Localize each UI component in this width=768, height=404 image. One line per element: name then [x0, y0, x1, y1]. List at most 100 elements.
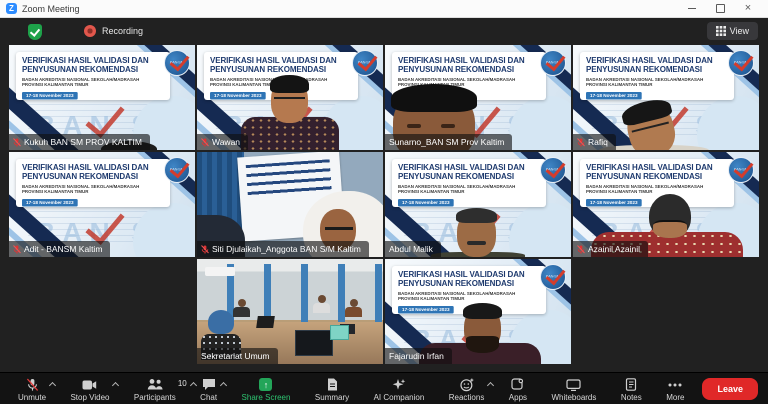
participants-button[interactable]: 10 Participants: [133, 378, 197, 402]
title-bar: Z Zoom Meeting ×: [0, 0, 768, 18]
muted-mic-icon: [201, 244, 209, 254]
chat-button[interactable]: Chat: [200, 378, 228, 402]
participant-name: Abdul Malik: [389, 244, 433, 254]
video-tile-siti[interactable]: Siti Djulaikah_Anggota BAN S/M Kaltim: [197, 152, 383, 257]
meeting-top-overlay: Recording View: [0, 21, 768, 45]
video-grid: BAN SM VERIFIKASI HASIL VALIDASI DAN PEN…: [0, 45, 768, 370]
participant-silhouette: [463, 303, 502, 353]
participant-silhouette: [649, 194, 691, 238]
banner-card: VERIFIKASI HASIL VALIDASI DAN PENYUSUNAN…: [16, 52, 170, 100]
video-tile-fajarudin[interactable]: BAN SM VERIFIKASI HASIL VALIDASI DAN PEN…: [385, 259, 571, 364]
muted-mic-icon: [201, 137, 209, 147]
toolbar-items: Unmute Stop Video 10 Participants Chat ↑…: [10, 376, 688, 402]
minimize-icon: [688, 8, 696, 9]
banner-subtitle-2: PROVINSI KALIMANTAN TIMUR: [22, 81, 89, 87]
grid-row-2: BAN SM VERIFIKASI HASIL VALIDASI DAN PEN…: [9, 152, 759, 257]
video-tile-azainil[interactable]: BAN SM VERIFIKASI HASIL VALIDASI DAN PEN…: [573, 152, 759, 257]
zoom-logo-icon: Z: [6, 3, 17, 14]
reactions-button[interactable]: Reactions: [449, 378, 495, 402]
more-button[interactable]: More: [666, 378, 684, 402]
participant-silhouette: [456, 208, 497, 257]
storage-box: [330, 325, 349, 340]
participant-name: Sekretariat Umum: [201, 351, 270, 361]
banner-card: VERIFIKASI HASIL VALIDASI DAN PENYUSUNAN…: [580, 52, 734, 100]
participant-nametag: Wawan: [197, 134, 249, 150]
unmute-label: Unmute: [18, 392, 47, 402]
bansm-logo-icon: BAN-SM: [728, 157, 754, 183]
video-tile-sekretariat[interactable]: Sekretariat Umum: [197, 259, 383, 364]
whiteboards-button[interactable]: Whiteboards: [551, 378, 596, 402]
summary-button[interactable]: Summary: [315, 378, 349, 402]
recording-label: Recording: [102, 26, 144, 36]
share-screen-button[interactable]: ↑ Share Screen: [242, 378, 290, 402]
participant-nametag: Fajarudin Irfan: [385, 348, 452, 364]
apps-button[interactable]: Apps: [509, 378, 527, 402]
bansm-logo-icon: BAN-SM: [164, 50, 190, 76]
view-button[interactable]: View: [706, 22, 758, 40]
video-tile-rafiq[interactable]: BAN SM VERIFIKASI HASIL VALIDASI DAN PEN…: [573, 45, 759, 150]
banner-date-badge: 17-18 November 2023: [22, 91, 78, 100]
participant-nametag: Kukuh BAN SM PROV KALTIM: [9, 134, 150, 150]
participant-name: Kukuh BAN SM PROV KALTIM: [24, 137, 142, 147]
recording-dot-icon: [84, 25, 96, 37]
unmute-button[interactable]: Unmute: [18, 378, 57, 402]
chevron-up-icon[interactable]: [487, 381, 495, 389]
chevron-up-icon[interactable]: [189, 381, 197, 389]
video-tile-adit[interactable]: BAN SM VERIFIKASI HASIL VALIDASI DAN PEN…: [9, 152, 195, 257]
video-tile-abdul-malik[interactable]: BAN SM VERIFIKASI HASIL VALIDASI DAN PEN…: [385, 152, 571, 257]
banner-card: VERIFIKASI HASIL VALIDASI DAN PENYUSUNAN…: [392, 159, 546, 207]
ac-unit: [205, 267, 235, 276]
video-tile-wawan[interactable]: BAN SM VERIFIKASI HASIL VALIDASI DAN PEN…: [197, 45, 383, 150]
participant-name: Azainil Azainil: [588, 244, 640, 254]
ai-companion-button[interactable]: AI Companion: [373, 378, 425, 402]
maximize-button[interactable]: [706, 0, 734, 17]
recording-indicator[interactable]: Recording: [84, 25, 143, 37]
chevron-up-icon[interactable]: [220, 381, 228, 389]
summary-label: Summary: [314, 392, 350, 402]
smiley-icon: [459, 378, 474, 392]
stop-video-label: Stop Video: [70, 392, 110, 402]
participant-nametag: Siti Djulaikah_Anggota BAN S/M Kaltim: [197, 241, 369, 257]
participant-name: Fajarudin Irfan: [389, 351, 444, 361]
notes-button[interactable]: Notes: [621, 378, 642, 402]
meeting-toolbar: Unmute Stop Video 10 Participants Chat ↑…: [0, 372, 768, 404]
participant-nametag: Rafiq: [573, 134, 616, 150]
ai-companion-label: AI Companion: [373, 392, 425, 402]
participant-name: Rafiq: [588, 137, 608, 147]
leave-button[interactable]: Leave: [702, 377, 758, 400]
share-screen-icon: ↑: [259, 378, 273, 391]
bansm-logo-icon: BAN-SM: [352, 50, 378, 76]
participant-silhouette: [270, 75, 309, 123]
minimize-button[interactable]: [678, 0, 706, 17]
close-icon: ×: [744, 2, 752, 14]
participant-silhouette: [345, 299, 362, 317]
participant-nametag: Azainil Azainil: [573, 241, 648, 257]
muted-mic-icon: [13, 244, 21, 254]
whiteboard-icon: [566, 378, 582, 392]
banner-card: VERIFIKASI HASIL VALIDASI DAN PENYUSUNAN…: [16, 159, 170, 207]
meeting-info-shield-icon[interactable]: [28, 24, 42, 40]
bansm-logo-icon: BAN-SM: [728, 50, 754, 76]
laptop: [295, 330, 333, 356]
video-tile-kukuh[interactable]: BAN SM VERIFIKASI HASIL VALIDASI DAN PEN…: [9, 45, 195, 150]
view-grid-icon: [715, 26, 726, 36]
participant-silhouette: [313, 295, 330, 313]
participant-silhouette: [622, 99, 680, 150]
chat-label: Chat: [200, 392, 218, 402]
chevron-up-icon[interactable]: [112, 381, 120, 389]
video-tile-sunarno[interactable]: BAN SM VERIFIKASI HASIL VALIDASI DAN PEN…: [385, 45, 571, 150]
participant-name: Wawan: [212, 137, 241, 147]
participant-nametag: Abdul Malik: [385, 241, 441, 257]
banner-title: VERIFIKASI HASIL VALIDASI DAN PENYUSUNAN…: [22, 56, 149, 74]
window-controls: ×: [678, 0, 762, 17]
participants-count-badge: 10: [177, 378, 187, 388]
apps-icon: [511, 378, 524, 392]
muted-mic-icon: [577, 137, 585, 147]
chevron-up-icon[interactable]: [48, 381, 57, 389]
close-button[interactable]: ×: [734, 0, 762, 17]
stop-video-button[interactable]: Stop Video: [70, 378, 120, 402]
apps-label: Apps: [508, 392, 528, 402]
bansm-logo-icon: BAN-SM: [540, 50, 566, 76]
laptop: [256, 316, 275, 328]
participants-label: Participants: [133, 392, 176, 402]
